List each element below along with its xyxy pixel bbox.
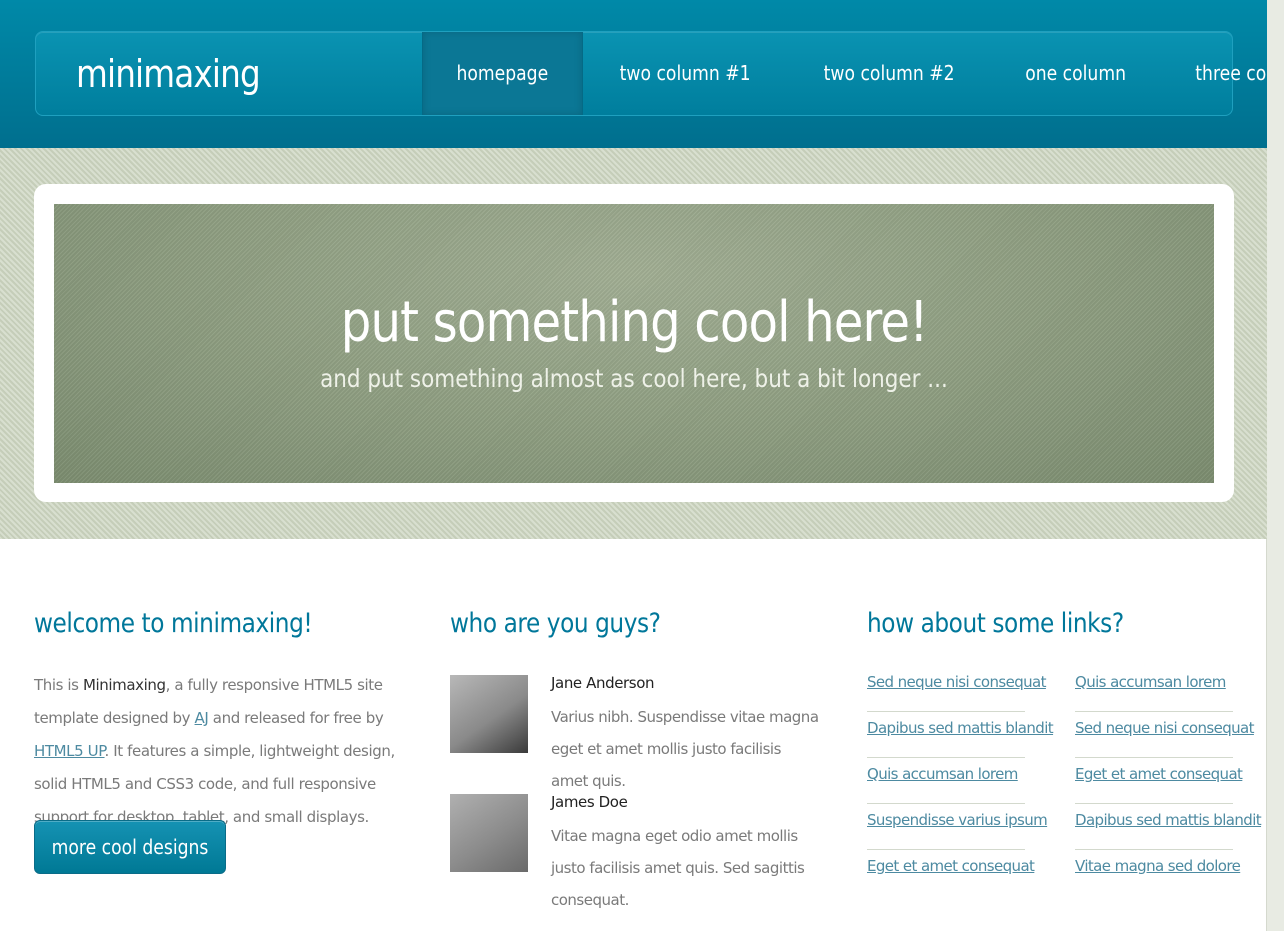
link-item[interactable]: Sed neque nisi consequat (1075, 712, 1255, 758)
author-link[interactable]: AJ (195, 709, 209, 727)
banner: put something cool here! and put somethi… (54, 204, 1214, 483)
people-column: who are you guys? Jane Anderson Varius n… (450, 608, 820, 909)
link-item[interactable]: Dapibus sed mattis blandit (867, 712, 1054, 758)
welcome-column: welcome to minimaxing! This is Minimaxin… (34, 608, 404, 911)
link-item[interactable]: Dapibus sed mattis blandit (1075, 804, 1262, 850)
link-item[interactable]: Quis accumsan lorem (867, 758, 1025, 804)
person-name: James Doe (551, 793, 628, 811)
person-item: James Doe Vitae magna eget odio amet mol… (450, 793, 820, 909)
welcome-title: welcome to minimaxing! (34, 608, 313, 639)
nav-one-column-label: one column (1025, 61, 1127, 85)
nav-two-column-1-label: two column #1 (619, 61, 751, 85)
nav-homepage-label: homepage (456, 61, 549, 85)
nav-one-column[interactable]: one column (991, 32, 1160, 115)
html5up-link[interactable]: HTML5 UP (34, 742, 105, 760)
banner-section: put something cool here! and put somethi… (0, 148, 1267, 539)
main-nav: homepage two column #1 two column #2 one… (422, 32, 1267, 115)
nav-homepage[interactable]: homepage (422, 32, 583, 115)
more-designs-label: more cool designs ... (51, 835, 209, 911)
link-item[interactable]: Eget et amet consequat (867, 850, 1035, 896)
avatar[interactable] (450, 794, 528, 872)
nav-three-column-label: three column (1195, 61, 1267, 85)
nav-two-column-2-label: two column #2 (823, 61, 955, 85)
brand-name: Minimaxing (82, 676, 166, 694)
links-title: how about some links? (867, 608, 1124, 639)
nav-two-column-1[interactable]: two column #1 (583, 32, 787, 115)
person-description: Varius nibh. Suspendisse vitae magna ege… (551, 708, 819, 790)
nav-two-column-2[interactable]: two column #2 (787, 32, 991, 115)
welcome-text: This is Minimaxing, a fully responsive H… (34, 669, 404, 834)
banner-title: put something cool here! (54, 290, 1214, 355)
link-item[interactable]: Suspendisse varius ipsum (867, 804, 1048, 850)
banner-title-text: put something cool here! (340, 290, 929, 355)
nav-bar: minimaxing homepage two column #1 two co… (35, 31, 1267, 116)
person-item: Jane Anderson Varius nibh. Suspendisse v… (450, 674, 820, 790)
links-list-left: Sed neque nisi consequat Dapibus sed mat… (867, 666, 1054, 896)
banner-subtitle-text: and put something almost as cool here, b… (320, 364, 948, 393)
person-name: Jane Anderson (551, 674, 655, 692)
page: minimaxing homepage two column #1 two co… (0, 0, 1267, 931)
avatar[interactable] (450, 675, 528, 753)
links-column: how about some links? Sed neque nisi con… (867, 608, 1262, 875)
welcome-text-3: and released for free by (208, 709, 384, 727)
scrollbar-track[interactable] (1266, 0, 1284, 931)
link-item[interactable]: Eget et amet consequat (1075, 758, 1243, 804)
banner-subtitle: and put something almost as cool here, b… (54, 364, 1214, 393)
header: minimaxing homepage two column #1 two co… (0, 0, 1267, 148)
people-title: who are you guys? (450, 608, 661, 639)
link-item[interactable]: Vitae magna sed dolore (1075, 850, 1241, 896)
nav-three-column[interactable]: three column (1160, 32, 1267, 115)
banner-frame: put something cool here! and put somethi… (34, 184, 1234, 502)
more-designs-button[interactable]: more cool designs ... (34, 820, 226, 911)
welcome-text-1: This is (34, 676, 83, 694)
person-description: Vitae magna eget odio amet mollis justo … (551, 827, 805, 909)
link-item[interactable]: Quis accumsan lorem (1075, 666, 1233, 712)
site-logo[interactable]: minimaxing (76, 52, 261, 96)
links-list-right: Quis accumsan lorem Sed neque nisi conse… (1075, 666, 1262, 896)
link-item[interactable]: Sed neque nisi consequat (867, 666, 1047, 712)
